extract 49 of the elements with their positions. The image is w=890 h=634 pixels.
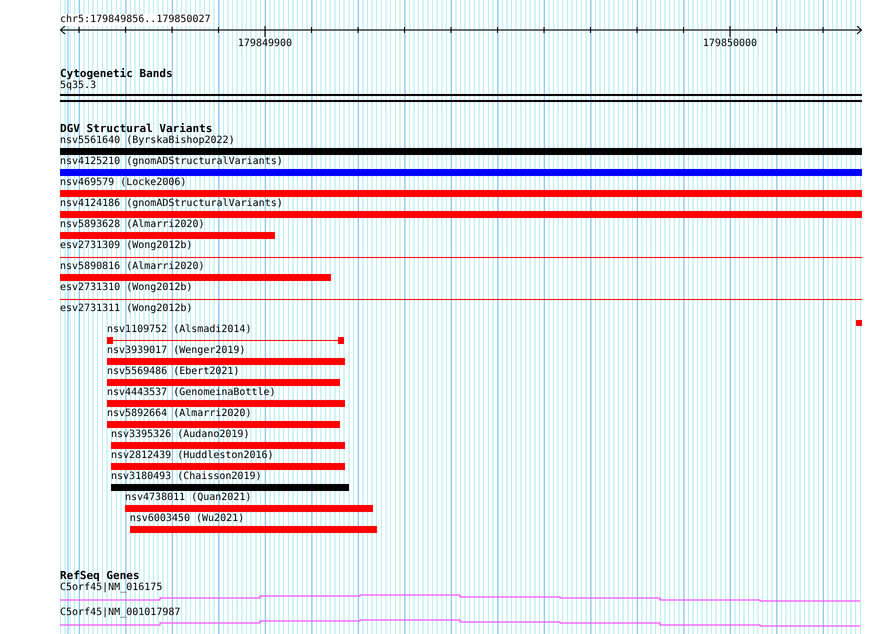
variant-bar[interactable] bbox=[60, 232, 275, 239]
variant-bar[interactable] bbox=[111, 442, 346, 449]
variant-bar[interactable] bbox=[60, 211, 862, 218]
coordinate-label: 179850000 bbox=[702, 38, 758, 50]
variant-bar[interactable] bbox=[106, 358, 346, 365]
gene-line[interactable] bbox=[60, 594, 862, 603]
transcript-label: C5orf45|NM_016175 bbox=[60, 582, 162, 594]
variant-line[interactable] bbox=[60, 257, 862, 258]
track-title: Cytogenetic Bands bbox=[60, 68, 173, 80]
variant-bar[interactable] bbox=[60, 190, 862, 197]
variant-label: nsv4125210 (gnomADStructuralVariants) bbox=[60, 156, 283, 168]
variant-label: esv2731309 (Wong2012b) bbox=[60, 240, 192, 252]
variant-label: nsv5569486 (Ebert2021) bbox=[106, 366, 240, 378]
variant-label: nsv469579 (Locke2006) bbox=[60, 177, 186, 189]
variant-label: nsv1109752 (Alsmadi2014) bbox=[106, 324, 252, 336]
coordinate-label: 179849900 bbox=[238, 38, 292, 50]
variant-label: nsv3395326 (Audano2019) bbox=[111, 429, 250, 441]
variant-label: nsv4443537 (GenomeinaBottle) bbox=[106, 387, 276, 399]
variant-line[interactable] bbox=[60, 299, 862, 300]
split-variant-drawing[interactable] bbox=[106, 337, 344, 344]
variant-label: nsv2812439 (Huddleston2016) bbox=[111, 450, 274, 462]
location-label: chr5:179849856..179850027 bbox=[60, 14, 211, 26]
variant-label: nsv4124186 (gnomADStructuralVariants) bbox=[60, 198, 283, 210]
band-label: 5q35.3 bbox=[60, 80, 96, 92]
variant-label: nsv5892664 (Almarri2020) bbox=[106, 408, 252, 420]
transcript-label: C5orf45|NM_001017987 bbox=[60, 607, 180, 619]
variant-label: nsv3939017 (Wenger2019) bbox=[106, 345, 246, 357]
variant-bar[interactable] bbox=[111, 463, 346, 470]
variant-label: esv2731310 (Wong2012b) bbox=[60, 282, 192, 294]
variant-label: nsv3180493 (Chaisson2019) bbox=[111, 471, 262, 483]
variant-label: nsv6003450 (Wu2021) bbox=[130, 513, 244, 525]
variant-block[interactable] bbox=[856, 320, 862, 326]
variant-bar[interactable] bbox=[60, 274, 332, 281]
variant-bar[interactable] bbox=[106, 421, 340, 428]
variant-label: nsv5561640 (ByrskaBishop2022) bbox=[60, 135, 235, 147]
variant-label: nsv4738011 (Quan2021) bbox=[124, 492, 252, 504]
track-title: RefSeq Genes bbox=[60, 570, 140, 582]
variant-bar[interactable] bbox=[106, 379, 340, 386]
variant-label: nsv5893628 (Almarri2020) bbox=[60, 219, 204, 231]
variant-bar[interactable] bbox=[60, 148, 862, 155]
variant-bar[interactable] bbox=[124, 505, 373, 512]
gene-line[interactable] bbox=[60, 619, 862, 628]
variant-bar[interactable] bbox=[111, 484, 350, 491]
track-title: DGV Structural Variants bbox=[60, 123, 212, 135]
variant-bar[interactable] bbox=[60, 169, 862, 176]
variant-label: esv2731311 (Wong2012b) bbox=[60, 303, 192, 315]
variant-bar[interactable] bbox=[130, 526, 377, 533]
variant-bar[interactable] bbox=[106, 400, 346, 407]
variant-label: nsv5890816 (Almarri2020) bbox=[60, 261, 204, 273]
